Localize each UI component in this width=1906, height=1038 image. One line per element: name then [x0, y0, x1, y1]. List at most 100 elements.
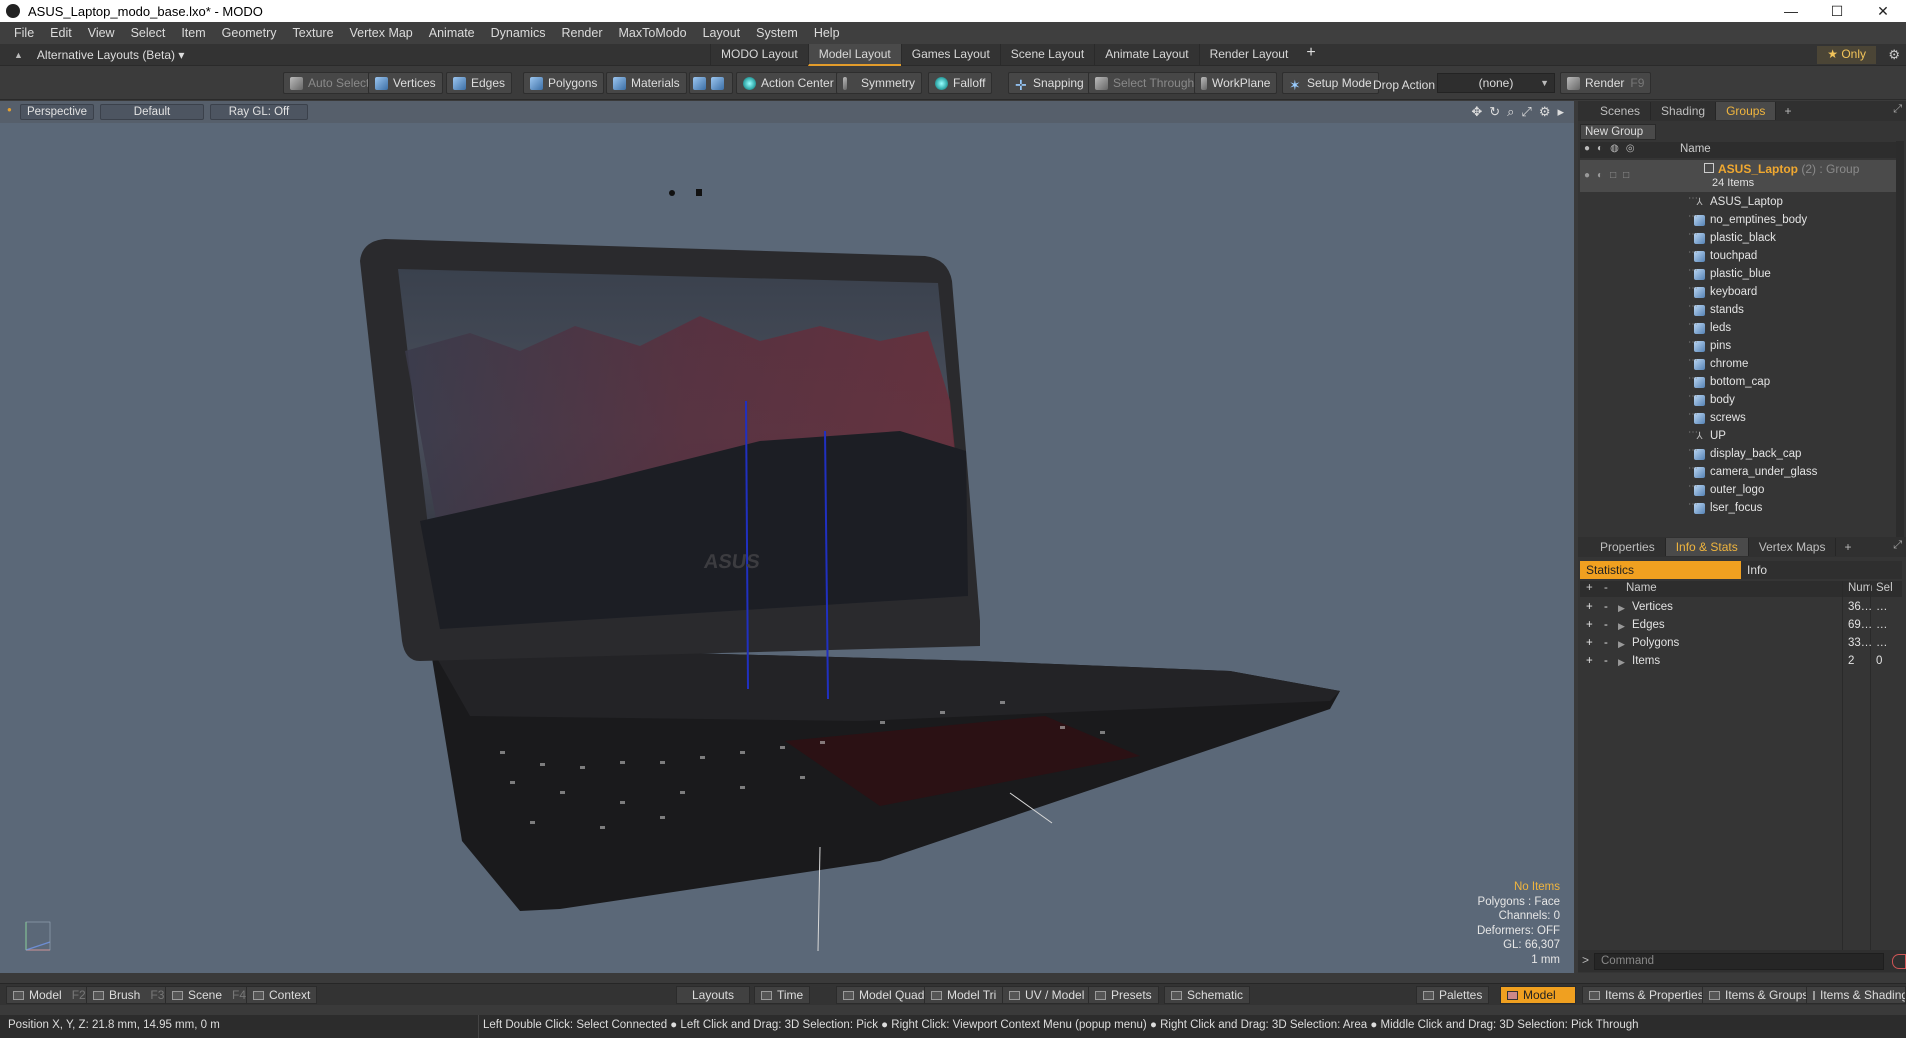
maximize-button[interactable]: ☐: [1814, 3, 1860, 20]
list-item[interactable]: ⋯ keyboard: [1580, 283, 1902, 301]
lock-icon[interactable]: ◍: [1610, 143, 1619, 154]
collapse-all-header[interactable]: -: [1604, 582, 1608, 594]
zoom-icon[interactable]: ⌕: [1507, 104, 1514, 120]
new-group-button[interactable]: New Group: [1580, 124, 1656, 140]
expand-icon[interactable]: +: [1586, 655, 1593, 667]
list-item[interactable]: ⋯ screws: [1580, 409, 1902, 427]
palettes-button[interactable]: Palettes: [1416, 986, 1490, 1004]
menu-geometry[interactable]: Geometry: [214, 26, 285, 40]
panel-expand-icon[interactable]: ⤢: [1893, 103, 1902, 116]
collapse-icon[interactable]: -: [1604, 655, 1608, 667]
snapping-button[interactable]: ✛ Snapping: [1008, 72, 1091, 94]
menu-file[interactable]: File: [6, 26, 42, 40]
collapse-icon[interactable]: -: [1604, 619, 1608, 631]
falloff-button[interactable]: Falloff: [928, 72, 993, 94]
menu-render[interactable]: Render: [554, 26, 611, 40]
tab-properties[interactable]: Properties: [1578, 538, 1666, 556]
tab-statistics[interactable]: Statistics: [1580, 561, 1741, 579]
list-item[interactable]: ⋯ touchpad: [1580, 247, 1902, 265]
group-row-asus-laptop[interactable]: ● ◐ □ □ ASUS_Laptop (2) : Group 24 Items: [1580, 160, 1902, 192]
auto-select-button[interactable]: Auto Select: [283, 72, 377, 94]
list-item[interactable]: ⋯ bottom_cap: [1580, 373, 1902, 391]
list-item[interactable]: ⋯ camera_under_glass: [1580, 463, 1902, 481]
menu-system[interactable]: System: [748, 26, 806, 40]
render-toggle-icon[interactable]: ◐: [1597, 143, 1603, 154]
render-toggle-icon[interactable]: ◐: [1597, 170, 1603, 181]
minimize-button[interactable]: —: [1768, 3, 1814, 20]
items-shading-button[interactable]: Items & Shading: [1806, 986, 1906, 1004]
expand-icon[interactable]: +: [1586, 601, 1593, 613]
menu-item[interactable]: Item: [173, 26, 213, 40]
expand-icon[interactable]: +: [1586, 619, 1593, 631]
list-item[interactable]: ⋯ plastic_blue: [1580, 265, 1902, 283]
polygons-button[interactable]: Polygons: [523, 72, 605, 94]
list-item[interactable]: ⋯ pins: [1580, 337, 1902, 355]
presets-button[interactable]: Presets: [1088, 986, 1159, 1004]
items-properties-button[interactable]: Items & Properties: [1582, 986, 1711, 1004]
schematic-button[interactable]: Schematic: [1164, 986, 1251, 1004]
tab-scenes[interactable]: Scenes: [1578, 102, 1652, 120]
groups-scrollbar[interactable]: [1896, 141, 1904, 545]
model-tri-button[interactable]: Model Tri: [924, 986, 1004, 1004]
lock-icon[interactable]: □: [1610, 170, 1616, 181]
menu-animate[interactable]: Animate: [421, 26, 483, 40]
viewport-expand-icon[interactable]: ▸: [1557, 104, 1564, 120]
uv-model-button[interactable]: UV / Model: [1002, 986, 1092, 1004]
pan-icon[interactable]: ✥: [1471, 104, 1482, 120]
command-input[interactable]: Command: [1594, 953, 1884, 970]
panel-expand-icon[interactable]: ⤢: [1893, 539, 1902, 552]
disclosure-arrow-icon[interactable]: ▶: [1618, 603, 1625, 614]
list-item[interactable]: ⋯ ⅄ ASUS_Laptop: [1580, 193, 1902, 211]
menu-layout[interactable]: Layout: [695, 26, 749, 40]
setup-mode-button[interactable]: ✶ Setup Mode: [1282, 72, 1379, 94]
3d-viewport[interactable]: ● Perspective Default Ray GL: Off ✥ ↻ ⌕ …: [0, 101, 1574, 973]
add-layout-button[interactable]: +: [1298, 44, 1323, 66]
tab-animate-layout[interactable]: Animate Layout: [1094, 44, 1198, 66]
only-button[interactable]: ★ Only: [1817, 46, 1876, 64]
laptop-model[interactable]: [0, 101, 1574, 973]
add-tab-icon[interactable]: +: [1836, 540, 1859, 554]
list-item[interactable]: ⋯ display_back_cap: [1580, 445, 1902, 463]
close-button[interactable]: ✕: [1860, 3, 1906, 20]
tab-scene-layout[interactable]: Scene Layout: [999, 44, 1094, 66]
tab-modo-layout[interactable]: MODO Layout: [710, 44, 808, 66]
model-quad-button[interactable]: Model Quad: [836, 986, 932, 1004]
add-tab-icon[interactable]: +: [1776, 104, 1799, 118]
table-row[interactable]: + - ▶ Edges 69… …: [1580, 617, 1902, 635]
table-row[interactable]: + - ▶ Vertices 36… …: [1580, 599, 1902, 617]
model-tab-active[interactable]: Model: [1500, 986, 1576, 1004]
eye-icon[interactable]: ●: [1584, 170, 1590, 181]
default-style-button[interactable]: Default: [100, 104, 204, 120]
fit-icon[interactable]: ⤢: [1521, 104, 1531, 120]
table-row[interactable]: + - ▶ Polygons 33… …: [1580, 635, 1902, 653]
menu-view[interactable]: View: [80, 26, 123, 40]
menu-maxtomodo[interactable]: MaxToModo: [611, 26, 695, 40]
collapse-icon[interactable]: -: [1604, 601, 1608, 613]
time-button[interactable]: Time: [754, 986, 811, 1004]
perspective-button[interactable]: Perspective: [20, 104, 94, 120]
render-button[interactable]: Render F9: [1560, 72, 1652, 94]
items-groups-button[interactable]: Items & Groups: [1702, 986, 1816, 1004]
list-item[interactable]: ⋯ stands: [1580, 301, 1902, 319]
edges-button[interactable]: Edges: [446, 72, 513, 94]
disclosure-arrow-icon[interactable]: ▶: [1618, 621, 1625, 632]
brush-mode-button[interactable]: Brush F3: [86, 986, 172, 1004]
tab-groups[interactable]: Groups: [1716, 102, 1777, 120]
menu-select[interactable]: Select: [123, 26, 174, 40]
action-center-button[interactable]: Action Center: [736, 72, 841, 94]
context-button[interactable]: Context: [246, 986, 318, 1004]
model-mode-button[interactable]: Model F2: [6, 986, 93, 1004]
disclosure-arrow-icon[interactable]: ▶: [1618, 657, 1625, 668]
layouts-button[interactable]: Layouts: [676, 986, 750, 1004]
tab-info-stats[interactable]: Info & Stats: [1665, 538, 1749, 556]
tab-render-layout[interactable]: Render Layout: [1198, 44, 1299, 66]
expand-icon[interactable]: +: [1586, 637, 1593, 649]
menu-dynamics[interactable]: Dynamics: [483, 26, 554, 40]
gear-icon[interactable]: ⚙: [1888, 47, 1900, 63]
alternative-layouts-dropdown[interactable]: ▲ Alternative Layouts (Beta) ▾: [14, 48, 184, 62]
viewport-menu-icon[interactable]: ●: [7, 105, 12, 114]
rotate-icon[interactable]: ↻: [1489, 104, 1500, 120]
expand-all-header[interactable]: +: [1586, 582, 1593, 594]
list-item[interactable]: ⋯ outer_logo: [1580, 481, 1902, 499]
drop-action-select[interactable]: (none) ▼: [1437, 73, 1555, 93]
